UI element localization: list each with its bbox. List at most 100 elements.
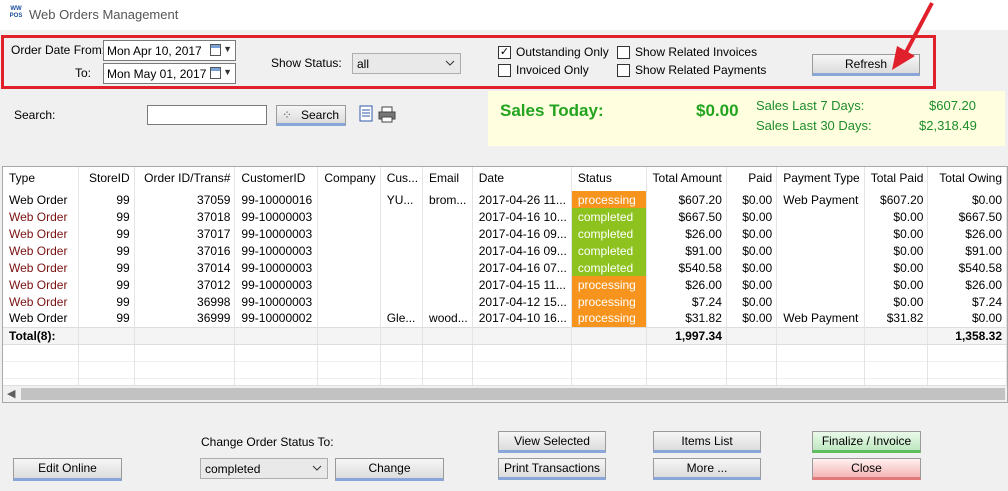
empty-cell [380,343,424,361]
column-header[interactable]: Type [3,167,79,191]
empty-cell [646,360,727,378]
table-cell: $0.00 [864,276,929,293]
table-cell: 37014 [134,259,236,276]
calendar-icon[interactable] [210,44,221,56]
column-header[interactable]: Total Amount [646,167,727,191]
table-cell: $26.00 [646,276,727,293]
column-header[interactable]: Status [571,167,647,191]
table-cell: $607.20 [646,191,727,208]
column-header[interactable]: CustomerID [234,167,319,191]
change-status-select[interactable]: completed [200,458,328,479]
table-cell: wood... [422,310,473,327]
to-date-picker[interactable]: Mon May 01, 2017 ▼ [103,63,236,84]
scrollbar-thumb[interactable] [21,388,1005,400]
table-row[interactable]: Web Order 99 37059 99-10000016 YU... brom... 2… [3,191,1007,208]
table-row[interactable]: Web Order 99 36998 99-10000003 2017-04-12 15… [3,293,1007,310]
table-cell: YU... [380,191,424,208]
table-cell: $0.00 [864,208,929,225]
column-header[interactable]: Paid [726,167,778,191]
print-transactions-button[interactable]: Print Transactions [498,458,606,480]
table-cell [776,242,865,259]
table-cell: brom... [422,191,473,208]
search-button[interactable]: ⁘ Search [276,105,346,126]
change-button[interactable]: Change [335,458,444,481]
total-cell [422,326,473,345]
chevron-down-icon[interactable]: ▼ [223,44,232,54]
items-list-button[interactable]: Items List [653,431,761,453]
calendar-icon[interactable] [210,67,221,79]
show-related-invoices-label: Show Related Invoices [635,45,758,59]
table-row[interactable]: Web Order 99 36999 99-10000002 Gle... wood...… [3,310,1007,327]
empty-cell [571,360,647,378]
column-header[interactable]: Order ID/Trans# [134,167,236,191]
document-icon[interactable] [359,105,374,123]
table-cell: 99 [78,242,135,259]
table-row[interactable]: Web Order 99 37012 99-10000003 2017-04-15 11… [3,276,1007,293]
orders-grid[interactable]: Type StoreID Order ID/Trans# CustomerID Comp… [2,166,1008,403]
empty-cell [134,343,236,361]
empty-cell [3,360,79,378]
from-date-picker[interactable]: Mon Apr 10, 2017 ▼ [103,40,236,61]
finalize-invoice-button[interactable]: Finalize / Invoice [812,431,921,453]
total-cell [78,326,135,345]
table-cell: 37059 [134,191,236,208]
column-header[interactable]: Date [472,167,572,191]
empty-cell [776,343,865,361]
horizontal-scrollbar[interactable]: ◀ [3,385,1007,402]
column-header[interactable]: Cus... [380,167,424,191]
table-cell: $540.58 [646,259,727,276]
more-button[interactable]: More ... [653,458,761,480]
table-cell [776,208,865,225]
table-cell: 2017-04-16 10... [472,208,572,225]
empty-cell [864,360,929,378]
column-header[interactable]: Total Paid [864,167,929,191]
table-cell: $0.00 [726,276,778,293]
empty-cell [422,360,473,378]
total-cell [864,326,929,345]
table-cell: 37016 [134,242,236,259]
table-cell: Web Order [3,310,79,327]
table-row[interactable]: Web Order 99 37016 99-10000003 2017-04-16 09… [3,242,1007,259]
table-cell: $0.00 [726,293,778,310]
chevron-down-icon[interactable]: ▼ [223,67,232,77]
search-input[interactable] [147,105,267,125]
table-cell [776,259,865,276]
show-related-payments-checkbox[interactable] [617,64,630,77]
table-cell: 37018 [134,208,236,225]
table-row[interactable]: Web Order 99 37018 99-10000003 2017-04-16 10… [3,208,1007,225]
scroll-left-icon[interactable]: ◀ [7,387,15,400]
table-cell [380,242,424,259]
table-cell: Web Payment [776,310,865,327]
table-cell: $7.24 [927,293,1007,310]
outstanding-only-checkbox[interactable]: ✓ [498,46,511,59]
column-header[interactable]: StoreID [78,167,135,191]
total-row: Total(8): 1,997.34 1,358.32 [3,326,1007,345]
table-cell [380,225,424,242]
table-cell: $26.00 [646,225,727,242]
table-cell [776,276,865,293]
table-cell: $91.00 [927,242,1007,259]
column-header[interactable]: Total Owing [927,167,1007,191]
table-row[interactable]: Web Order 99 37014 99-10000003 2017-04-16 07… [3,259,1007,276]
column-header[interactable]: Email [422,167,473,191]
status-select[interactable]: all [352,53,461,74]
printer-icon[interactable] [378,106,396,123]
column-header[interactable]: Payment Type [776,167,865,191]
total-cell [234,326,319,345]
invoiced-only-checkbox[interactable] [498,64,511,77]
sales-last-30-label: Sales Last 30 Days: [756,118,872,133]
view-selected-button[interactable]: View Selected [498,431,606,453]
close-button[interactable]: Close [812,458,921,480]
column-header[interactable]: Company [317,167,381,191]
sales-last-7-value: $607.20 [929,98,976,113]
total-cell [472,326,572,345]
edit-online-button[interactable]: Edit Online [13,458,122,481]
show-related-invoices-checkbox[interactable] [617,46,630,59]
table-cell [776,293,865,310]
sales-today-value: $0.00 [696,101,739,120]
table-row[interactable]: Web Order 99 37017 99-10000003 2017-04-16 09… [3,225,1007,242]
table-cell [422,225,473,242]
red-arrow-annotation [892,2,934,70]
empty-cell [864,343,929,361]
empty-cell [317,343,381,361]
